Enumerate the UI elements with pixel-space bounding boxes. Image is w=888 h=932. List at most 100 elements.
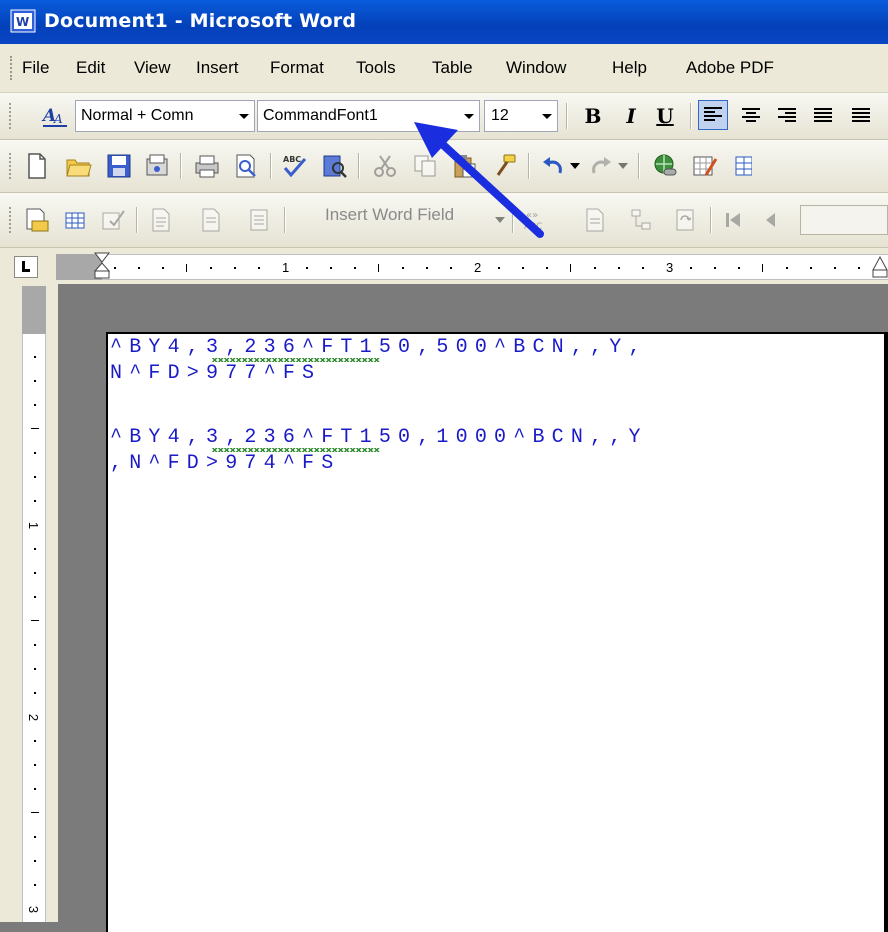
- record-number-input[interactable]: [800, 205, 888, 235]
- font-dropdown[interactable]: CommandFont1: [257, 100, 480, 132]
- separator: [136, 207, 138, 233]
- tables-borders-icon: [693, 156, 718, 176]
- menu-grip[interactable]: [10, 56, 15, 80]
- new-document-button[interactable]: [22, 151, 52, 181]
- chevron-down-icon[interactable]: [616, 151, 630, 181]
- mail-merge-toolbar: Insert Word Field «» ABC: [0, 193, 888, 248]
- undo-button[interactable]: [538, 151, 568, 181]
- line-spacing-button[interactable]: [846, 101, 876, 131]
- insert-greeting-line-button[interactable]: [196, 205, 226, 235]
- ruler-ticks: [114, 264, 860, 272]
- chevron-down-icon[interactable]: [535, 101, 557, 131]
- paste-button[interactable]: [450, 151, 480, 181]
- align-right-icon: [778, 108, 796, 122]
- vertical-ruler-number: 1: [26, 521, 42, 530]
- justify-icon: [814, 108, 832, 122]
- menu-bar: File Edit View Insert Format Tools Table…: [0, 44, 888, 93]
- document-page[interactable]: ^BY4,3,236^FT150,500^BCN,,Y, N^FD>977^FS…: [106, 332, 888, 932]
- highlight-merge-fields-button[interactable]: [580, 205, 610, 235]
- spelling-grammar-button[interactable]: ABC: [280, 151, 310, 181]
- menu-adobe-pdf[interactable]: Adobe PDF: [686, 58, 774, 78]
- grammar-squiggle: [212, 358, 380, 362]
- redo-icon: [592, 157, 611, 174]
- menu-file[interactable]: File: [22, 58, 49, 78]
- ruler-number: 3: [666, 260, 674, 275]
- justify-button[interactable]: [808, 101, 838, 131]
- research-icon: [323, 155, 347, 178]
- vertical-ruler-ticks: [31, 356, 39, 886]
- separator: [638, 153, 640, 179]
- bold-button[interactable]: B: [578, 101, 608, 131]
- insert-hyperlink-button[interactable]: [650, 151, 680, 181]
- align-left-button[interactable]: [698, 100, 728, 130]
- permission-button[interactable]: [142, 151, 172, 181]
- menu-tools[interactable]: Tools: [356, 58, 396, 78]
- document-line[interactable]: ^BY4,3,236^FT150,1000^BCN,,Y: [110, 426, 648, 449]
- cut-button[interactable]: [370, 151, 400, 181]
- view-merged-data-button[interactable]: «» ABC: [522, 205, 552, 235]
- document-area[interactable]: ^BY4,3,236^FT150,500^BCN,,Y, N^FD>977^FS…: [58, 284, 888, 932]
- tab-selector[interactable]: [14, 256, 38, 278]
- document-line[interactable]: ,N^FD>974^FS: [110, 452, 340, 475]
- redo-button[interactable]: [586, 151, 616, 181]
- chevron-down-icon[interactable]: [457, 101, 479, 131]
- align-right-button[interactable]: [772, 101, 802, 131]
- menu-edit[interactable]: Edit: [76, 58, 105, 78]
- styles-pane-icon[interactable]: AA: [40, 101, 70, 131]
- formatting-toolbar-grip[interactable]: [9, 103, 15, 129]
- menu-table[interactable]: Table: [432, 58, 473, 78]
- save-button[interactable]: [104, 151, 134, 181]
- format-painter-button[interactable]: [490, 151, 520, 181]
- horizontal-ruler[interactable]: 1 2 3: [56, 252, 888, 280]
- new-document-icon: [28, 153, 46, 179]
- indent-marker-icon[interactable]: [94, 252, 110, 280]
- underline-button[interactable]: U: [650, 101, 680, 131]
- propagate-labels-icon: [676, 209, 694, 231]
- print-button[interactable]: [192, 151, 222, 181]
- menu-format[interactable]: Format: [270, 58, 324, 78]
- copy-button[interactable]: [410, 151, 440, 181]
- save-icon: [107, 154, 131, 178]
- mail-merge-recipients-button[interactable]: [98, 205, 128, 235]
- svg-text:W: W: [16, 15, 29, 29]
- chevron-down-icon[interactable]: [492, 205, 508, 235]
- tables-borders-button[interactable]: [690, 151, 720, 181]
- menu-window[interactable]: Window: [506, 58, 566, 78]
- style-dropdown[interactable]: Normal + Comn: [75, 100, 255, 132]
- right-indent-marker-icon[interactable]: [872, 256, 888, 278]
- chevron-down-icon[interactable]: [568, 151, 582, 181]
- document-line[interactable]: N^FD>977^FS: [110, 362, 321, 385]
- document-line[interactable]: ^BY4,3,236^FT150,500^BCN,,Y,: [110, 336, 648, 359]
- highlight-fields-icon: [586, 208, 604, 232]
- align-center-icon: [742, 108, 760, 122]
- vertical-ruler[interactable]: 1 2 3: [22, 286, 46, 922]
- italic-button[interactable]: I: [616, 101, 646, 131]
- match-fields-button[interactable]: [626, 205, 656, 235]
- font-size-dropdown[interactable]: 12: [484, 100, 558, 132]
- print-icon: [195, 155, 219, 178]
- menu-help[interactable]: Help: [612, 58, 647, 78]
- insert-address-block-button[interactable]: [146, 205, 176, 235]
- previous-record-button[interactable]: [756, 205, 786, 235]
- style-value: Normal + Comn: [81, 107, 194, 124]
- first-record-button[interactable]: [718, 205, 748, 235]
- research-button[interactable]: [320, 151, 350, 181]
- print-preview-button[interactable]: [232, 151, 262, 181]
- standard-toolbar-grip[interactable]: [9, 153, 15, 179]
- main-document-setup-button[interactable]: [22, 205, 52, 235]
- insert-table-button[interactable]: [728, 151, 758, 181]
- menu-view[interactable]: View: [134, 58, 171, 78]
- mail-merge-toolbar-grip[interactable]: [9, 207, 15, 233]
- propagate-labels-button[interactable]: [670, 205, 700, 235]
- open-data-source-button[interactable]: [60, 205, 90, 235]
- formatting-toolbar: AA Normal + Comn CommandFont1 12 B I U: [0, 93, 888, 140]
- insert-merge-fields-button[interactable]: [244, 205, 274, 235]
- view-merged-data-icon: «»ABC: [524, 210, 542, 232]
- align-center-button[interactable]: [736, 101, 766, 131]
- line-spacing-icon: [852, 108, 870, 122]
- menu-insert[interactable]: Insert: [196, 58, 239, 78]
- open-button[interactable]: [64, 151, 94, 181]
- chevron-down-icon[interactable]: [232, 101, 254, 131]
- insert-word-field-button[interactable]: Insert Word Field: [325, 200, 454, 230]
- word-app-icon[interactable]: W: [10, 9, 36, 33]
